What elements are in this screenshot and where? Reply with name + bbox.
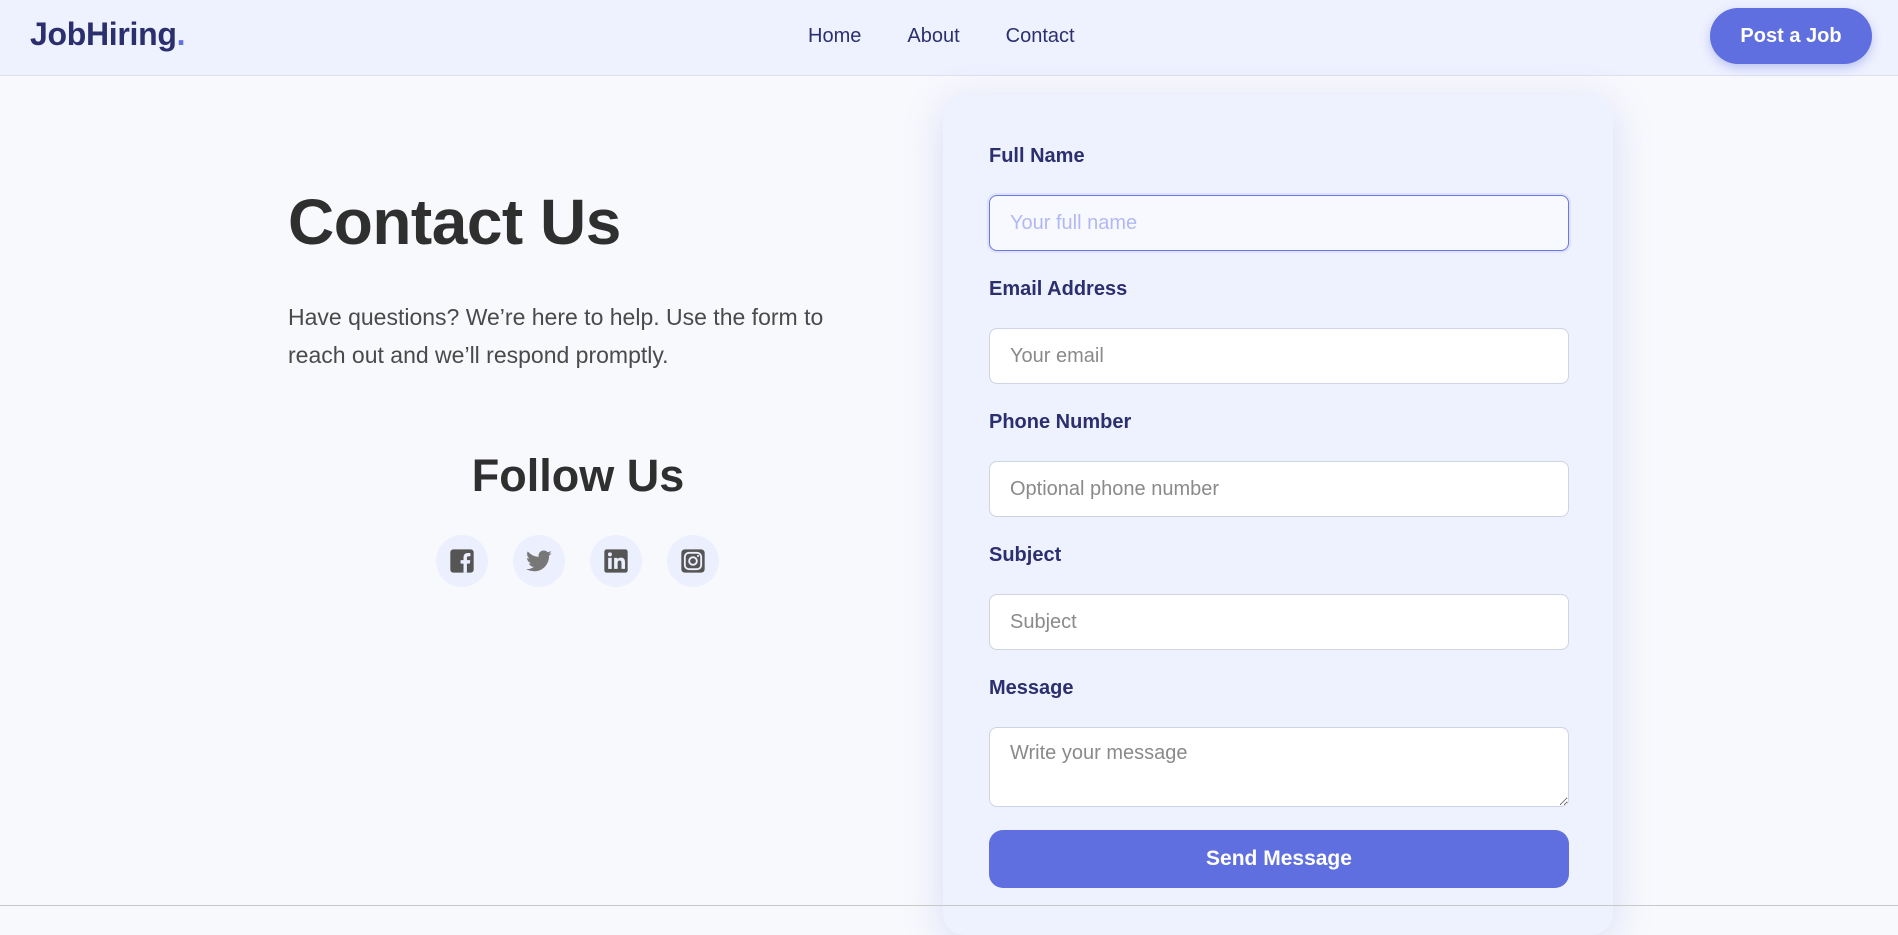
intro-text: Have questions? We’re here to help. Use …	[288, 304, 824, 368]
logo-dot: .	[176, 16, 186, 52]
email-label: Email Address	[989, 278, 1128, 300]
email-input[interactable]	[989, 328, 1569, 384]
linkedin-link[interactable]	[590, 535, 642, 587]
social-links	[436, 535, 719, 587]
page-bottom-divider	[0, 905, 1898, 906]
twitter-icon	[526, 550, 552, 572]
twitter-link[interactable]	[513, 535, 565, 587]
send-message-button[interactable]: Send Message	[989, 830, 1569, 888]
instagram-icon	[681, 549, 705, 573]
message-label: Message	[989, 677, 1074, 699]
instagram-link[interactable]	[667, 535, 719, 587]
subject-input[interactable]	[989, 594, 1569, 650]
linkedin-icon	[604, 549, 628, 573]
post-a-job-button[interactable]: Post a Job	[1710, 8, 1872, 64]
follow-us-heading: Follow Us	[471, 450, 685, 501]
full-name-label: Full Name	[989, 145, 1085, 167]
nav-links: Home About Contact	[808, 24, 1075, 48]
phone-label: Phone Number	[989, 411, 1132, 433]
facebook-link[interactable]	[436, 535, 488, 587]
nav-link-about[interactable]: About	[907, 24, 959, 48]
full-name-input[interactable]	[989, 195, 1569, 251]
navbar: JobHiring. Home About Contact Post a Job	[0, 0, 1898, 76]
logo[interactable]: JobHiring.	[30, 16, 186, 53]
contact-form: Full Name Email Address Phone Number Sub…	[943, 95, 1613, 935]
message-textarea[interactable]	[989, 727, 1569, 807]
nav-link-home[interactable]: Home	[808, 24, 861, 48]
logo-text: JobHiring	[30, 16, 177, 52]
contact-intro: Contact Us Have questions? We’re here to…	[288, 180, 888, 374]
nav-link-contact[interactable]: Contact	[1006, 24, 1075, 48]
subject-label: Subject	[989, 544, 1062, 566]
phone-input[interactable]	[989, 461, 1569, 517]
page-title: Contact Us	[288, 186, 621, 258]
facebook-icon	[450, 549, 474, 573]
